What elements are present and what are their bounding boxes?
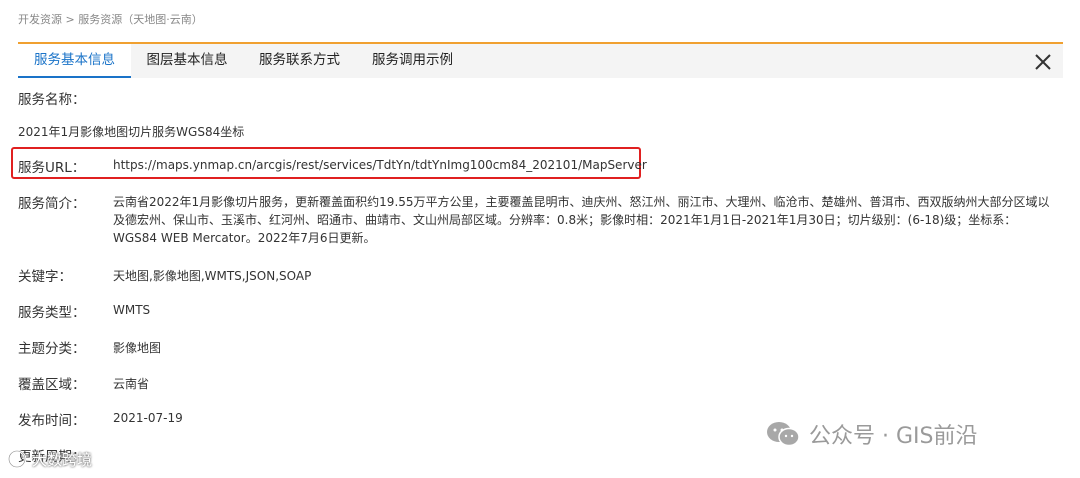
watermark-platform-text: 大数跨境 bbox=[32, 450, 93, 469]
topic-category-label: 主题分类： bbox=[18, 341, 86, 357]
wechat-icon bbox=[767, 422, 800, 447]
breadcrumb: 开发资源 > 服务资源（天地图·云南） bbox=[18, 11, 203, 27]
tab-service-contact[interactable]: 服务联系方式 bbox=[243, 44, 356, 76]
close-icon bbox=[1035, 54, 1051, 70]
keywords-value: 天地图,影像地图,WMTS,JSON,SOAP bbox=[113, 269, 312, 283]
service-url-value[interactable]: https://maps.ynmap.cn/arcgis/rest/servic… bbox=[113, 158, 647, 172]
breadcrumb-item-service-resources: 服务资源（天地图·云南） bbox=[78, 13, 203, 26]
platform-logo-icon bbox=[7, 449, 27, 469]
publish-date-value: 2021-07-19 bbox=[113, 411, 183, 425]
service-url-label: 服务URL： bbox=[18, 160, 86, 176]
service-description-label: 服务简介： bbox=[18, 196, 86, 212]
tab-service-basic-info[interactable]: 服务基本信息 bbox=[18, 44, 131, 78]
service-type-label: 服务类型： bbox=[18, 305, 86, 321]
watermark-wechat-text: 公众号 · GIS前沿 bbox=[809, 424, 978, 449]
breadcrumb-item-dev-resources[interactable]: 开发资源 bbox=[18, 13, 62, 26]
topic-category-value: 影像地图 bbox=[113, 341, 162, 355]
coverage-area-label: 覆盖区域： bbox=[18, 377, 86, 393]
tab-bar: 服务基本信息 图层基本信息 服务联系方式 服务调用示例 bbox=[18, 44, 1063, 78]
watermark-wechat: 公众号 · GIS前沿 bbox=[765, 418, 977, 450]
service-name-label: 服务名称： bbox=[18, 92, 86, 108]
publish-date-label: 发布时间： bbox=[18, 413, 86, 429]
service-name-value: 2021年1月影像地图切片服务WGS84坐标 bbox=[18, 125, 245, 139]
close-button[interactable] bbox=[1033, 52, 1053, 72]
service-type-value: WMTS bbox=[113, 303, 151, 317]
service-description-value: 云南省2022年1月影像切片服务，更新覆盖面积约19.55万平方公里，主要覆盖昆… bbox=[113, 195, 1050, 245]
coverage-area-value: 云南省 bbox=[113, 377, 150, 391]
keywords-label: 关键字： bbox=[18, 269, 72, 285]
watermark-platform: 大数跨境 bbox=[6, 448, 92, 470]
breadcrumb-separator: > bbox=[62, 13, 79, 26]
tab-service-usage-example[interactable]: 服务调用示例 bbox=[356, 44, 469, 76]
tab-layer-basic-info[interactable]: 图层基本信息 bbox=[131, 44, 243, 76]
